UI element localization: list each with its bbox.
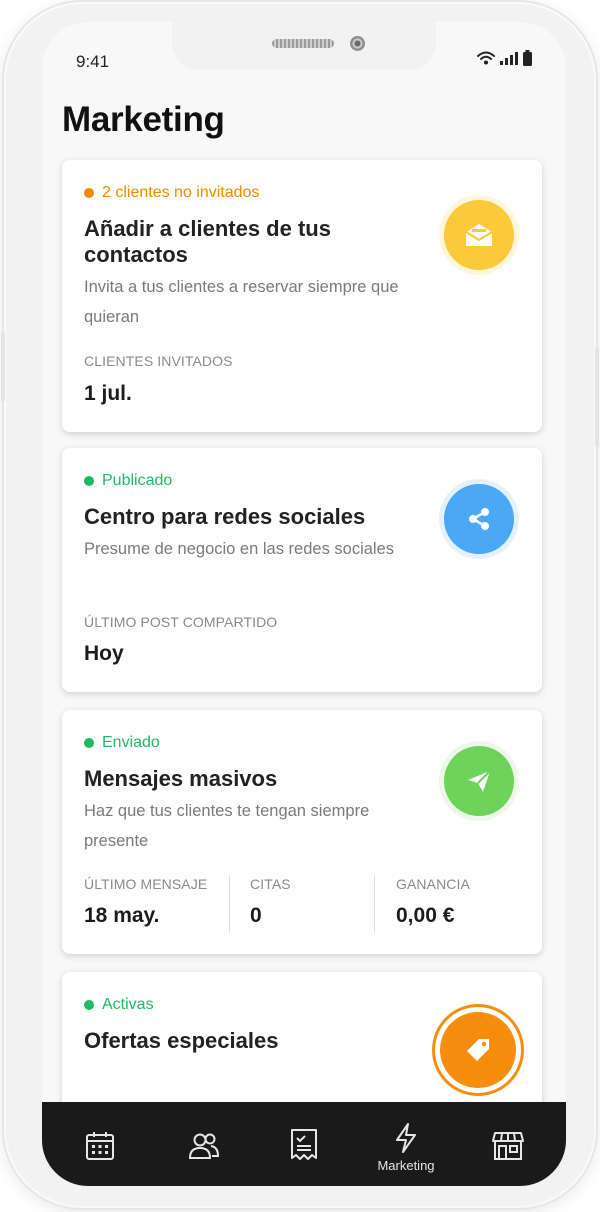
calendar-icon: [86, 1132, 114, 1160]
status-dot: [84, 1000, 94, 1010]
battery-icon: [523, 50, 532, 66]
phone-frame: 9:41 Marketing 2 clientes no invitados A…: [1, 2, 599, 1208]
stat-label: Último post compartido: [84, 614, 278, 630]
stat-value: 1 jul.: [84, 382, 132, 405]
invite-clients-card[interactable]: 2 clientes no invitados Añadir a cliente…: [62, 160, 542, 432]
phone-side-button: [1, 332, 5, 402]
status-text: Enviado: [102, 734, 160, 751]
status-text: Activas: [102, 996, 154, 1013]
stat-label: Clientes invitados: [84, 353, 233, 369]
card-description: Invita a tus clientes a reservar siempre…: [84, 278, 399, 326]
card-description: Presume de negocio en las redes sociales: [84, 540, 395, 558]
status-icons: [477, 50, 532, 66]
lightning-icon: [396, 1123, 416, 1153]
status-badge: Enviado: [84, 734, 160, 752]
mass-messages-card[interactable]: Enviado Mensajes masivos Haz que tus cli…: [62, 710, 542, 954]
divider: [374, 876, 375, 932]
clients-icon: [188, 1133, 220, 1159]
store-icon: [492, 1132, 524, 1160]
bottom-nav: Marketing: [42, 1102, 566, 1186]
wifi-icon: [477, 51, 495, 65]
status-dot: [84, 188, 94, 198]
nav-item-sales[interactable]: [252, 1102, 356, 1186]
receipt-icon: [291, 1129, 317, 1160]
status-text: 2 clientes no invitados: [102, 184, 260, 201]
status-text: Publicado: [102, 472, 173, 489]
stat-label: Citas: [250, 876, 291, 892]
phone-side-button: [595, 347, 599, 447]
status-dot: [84, 476, 94, 486]
card-title: Centro para redes sociales: [84, 504, 366, 529]
page-title: Marketing: [62, 100, 225, 139]
nav-label-marketing: Marketing: [377, 1158, 435, 1173]
stat-value: 0,00 €: [396, 904, 455, 927]
status-badge: Publicado: [84, 472, 172, 490]
status-dot: [84, 738, 94, 748]
stat-value: Hoy: [84, 642, 124, 665]
card-title: Ofertas especiales: [84, 1028, 279, 1053]
camera: [350, 36, 365, 51]
envelope-icon: [444, 200, 514, 270]
nav-item-calendar[interactable]: [48, 1102, 152, 1186]
tag-icon: [440, 1012, 516, 1088]
nav-item-marketing[interactable]: Marketing: [354, 1102, 458, 1186]
stat-value: 18 may.: [84, 904, 160, 927]
card-description: Haz que tus clientes te tengan siempre p…: [84, 802, 370, 850]
social-media-card[interactable]: Publicado Centro para redes sociales Pre…: [62, 448, 542, 692]
divider: [229, 876, 230, 932]
share-icon: [444, 484, 514, 554]
card-title: Mensajes masivos: [84, 766, 278, 791]
status-badge: Activas: [84, 996, 154, 1014]
status-time: 9:41: [76, 52, 110, 71]
status-badge: 2 clientes no invitados: [84, 184, 259, 202]
speaker: [272, 39, 334, 48]
stat-label: Último mensaje: [84, 876, 208, 892]
stat-label: Ganancia: [396, 876, 470, 892]
card-title: Añadir a clientes de tus contactos: [84, 216, 331, 267]
signal-icon: [500, 51, 518, 65]
stat-value: 0: [250, 904, 262, 927]
nav-item-store[interactable]: [456, 1102, 560, 1186]
paper-plane-icon: [444, 746, 514, 816]
notch: [172, 22, 436, 70]
nav-item-clients[interactable]: [152, 1102, 256, 1186]
screen: 9:41 Marketing 2 clientes no invitados A…: [42, 22, 566, 1186]
